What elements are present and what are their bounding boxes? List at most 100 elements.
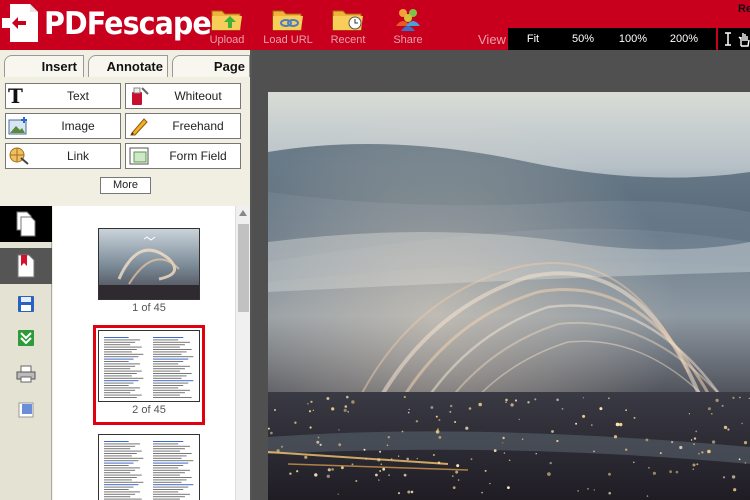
- sidebar-download-button[interactable]: [0, 320, 52, 356]
- text-line-mark: [153, 349, 192, 350]
- city-light-dot: [408, 408, 410, 411]
- scroll-up-arrow[interactable]: [239, 210, 247, 216]
- city-light-dot: [707, 407, 711, 411]
- city-light-dot: [454, 421, 457, 423]
- text-select-icon[interactable]: [724, 32, 732, 46]
- text-line-mark: [104, 389, 136, 391]
- city-light-dot: [633, 416, 636, 419]
- pdf-page-canvas[interactable]: [268, 92, 750, 500]
- city-light-dot: [307, 403, 309, 405]
- sidebar-print-button[interactable]: [0, 356, 52, 392]
- city-light-dot: [646, 495, 649, 497]
- sidebar-fullscreen-button[interactable]: [0, 392, 52, 428]
- city-light-dot: [551, 430, 554, 433]
- city-light-dot: [484, 469, 487, 472]
- city-light-dot: [478, 402, 482, 407]
- form-field-tool-button[interactable]: Form Field: [125, 143, 241, 169]
- scrollbar-thumb[interactable]: [238, 224, 249, 312]
- more-tools-button[interactable]: More: [100, 177, 151, 194]
- city-light-dot: [437, 461, 441, 465]
- thumbnail-image: [98, 228, 200, 300]
- city-light-dot: [310, 400, 313, 403]
- tab-annotate[interactable]: Annotate: [88, 55, 168, 77]
- sidebar-bookmarks-button[interactable]: [0, 248, 52, 284]
- city-light-dot: [304, 455, 308, 459]
- text-line-mark: [104, 448, 131, 450]
- city-light-dot: [711, 413, 713, 415]
- city-light-dot: [452, 475, 454, 477]
- city-light-dot: [450, 404, 453, 408]
- city-light-dot: [739, 396, 741, 399]
- city-light-dot: [379, 450, 382, 453]
- zoom-200-button[interactable]: 200%: [658, 28, 710, 50]
- text-line-mark: [153, 363, 179, 365]
- city-light-dot: [470, 458, 473, 461]
- page-thumbnail[interactable]: 2 of 45: [98, 330, 200, 416]
- zoom-100-button[interactable]: 100%: [608, 28, 658, 50]
- hand-pan-icon[interactable]: [738, 31, 750, 47]
- sidebar-icons: [0, 206, 52, 500]
- city-light-dot: [344, 405, 348, 408]
- text-line-mark: [153, 479, 187, 481]
- text-line-mark: [104, 397, 137, 398]
- tab-insert[interactable]: Insert: [4, 55, 84, 77]
- image-tool-button[interactable]: Image: [5, 113, 121, 139]
- city-light-dot: [377, 458, 381, 462]
- page-thumbnail[interactable]: 1 of 45: [98, 228, 200, 314]
- city-light-dot: [593, 450, 595, 453]
- load-url-button[interactable]: Load URL: [256, 6, 320, 46]
- city-light-dot: [521, 438, 524, 440]
- text-line-mark: [104, 368, 131, 370]
- text-line-mark: [153, 486, 189, 488]
- text-line-mark: [153, 441, 184, 442]
- city-light-dot: [294, 421, 297, 424]
- city-light-dot: [363, 448, 366, 451]
- text-line-mark: [153, 460, 194, 462]
- page-thumbnail[interactable]: [98, 434, 200, 500]
- text-line-mark: [153, 361, 184, 362]
- share-button[interactable]: Share: [376, 6, 440, 46]
- text-line-mark: [104, 358, 134, 360]
- text-line-mark: [153, 356, 194, 358]
- zoom-50-button[interactable]: 50%: [558, 28, 608, 50]
- city-light-dot: [733, 488, 737, 492]
- city-light-dot: [326, 397, 330, 400]
- user-name[interactable]: Re: [738, 3, 750, 15]
- text-line-mark: [104, 349, 137, 350]
- city-light-dot: [435, 429, 440, 434]
- text-line-mark: [153, 493, 190, 495]
- link-tool-button[interactable]: Link: [5, 143, 121, 169]
- city-light-dot: [503, 452, 506, 454]
- freehand-tool-button[interactable]: Freehand: [125, 113, 241, 139]
- logo[interactable]: PDFescape: [2, 2, 225, 44]
- text-line-mark: [153, 453, 192, 454]
- whiteout-tool-label: Whiteout: [174, 89, 222, 103]
- tab-page[interactable]: Page: [172, 55, 250, 77]
- whiteout-tool-button[interactable]: Whiteout: [125, 83, 241, 109]
- text-line-mark: [104, 467, 141, 469]
- sidebar-pages-button[interactable]: [0, 206, 52, 242]
- zoom-fit-button[interactable]: Fit: [508, 28, 558, 50]
- text-line-mark: [153, 462, 189, 464]
- city-light-dot: [721, 404, 724, 407]
- text-line-mark: [153, 443, 179, 445]
- city-light-dot: [437, 428, 439, 430]
- share-label: Share: [393, 34, 423, 46]
- document-viewport[interactable]: [252, 50, 750, 500]
- text-line-mark: [104, 477, 137, 478]
- city-light-dot: [535, 453, 537, 455]
- text-line-mark: [153, 389, 190, 391]
- text-line-mark: [153, 339, 179, 341]
- city-light-dot: [577, 490, 579, 492]
- text-line-mark: [153, 496, 185, 498]
- text-tool-button[interactable]: T Text: [5, 83, 121, 109]
- city-light-dot: [387, 436, 390, 439]
- upload-button[interactable]: Upload: [195, 6, 259, 46]
- thumbnail-scrollbar[interactable]: [235, 206, 250, 500]
- text-line-mark: [104, 453, 137, 454]
- sidebar-save-button[interactable]: [0, 286, 52, 322]
- city-light-dot: [707, 449, 711, 454]
- city-light-dot: [582, 414, 586, 418]
- city-light-dot: [347, 411, 349, 413]
- recent-button[interactable]: Recent: [316, 6, 380, 46]
